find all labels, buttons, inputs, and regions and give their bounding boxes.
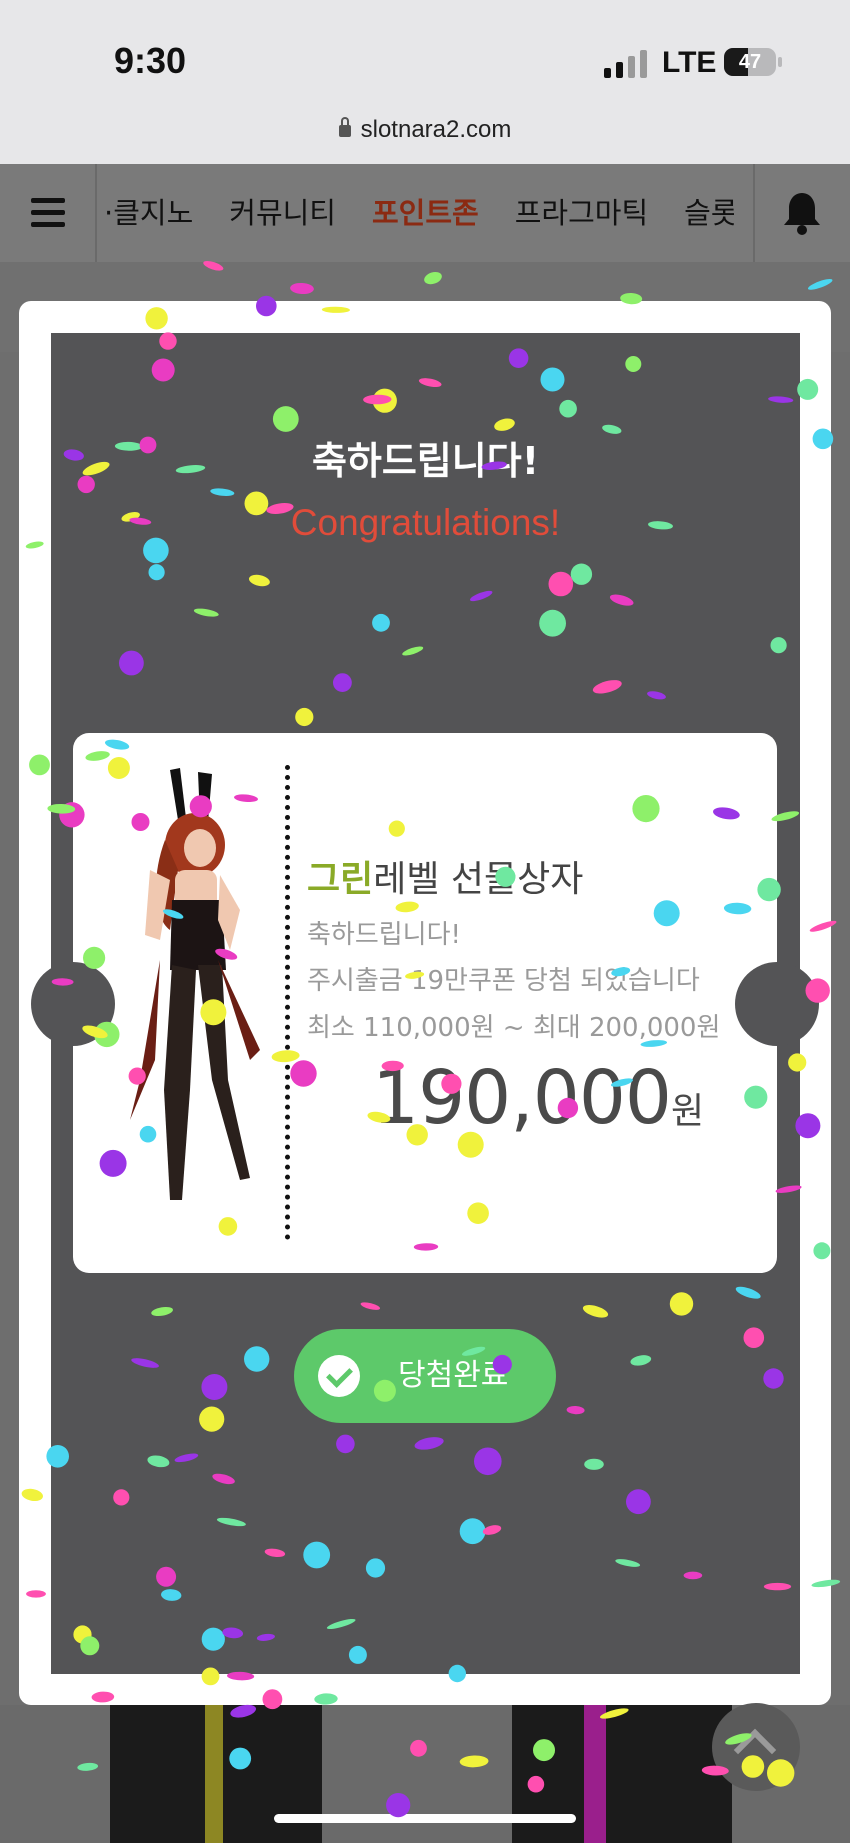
menu-icon [31, 198, 65, 203]
top-navbar: ·클지노 커뮤니티 포인트존 프라그마틱 슬롯 [0, 164, 850, 264]
amount-currency: 원 [671, 1091, 705, 1132]
character-image [130, 768, 260, 1200]
scroll-top-button[interactable] [712, 1703, 800, 1791]
signal-icon [604, 50, 647, 78]
status-bar: 9:30 LTE 47 slotnara2.com [0, 0, 850, 164]
nav-item[interactable]: 슬롯 [684, 164, 734, 262]
ticket-line-1: 축하드립니다! [307, 920, 461, 950]
ticket-notch-right [735, 962, 819, 1046]
menu-button[interactable] [0, 164, 97, 262]
amount-value: 190,000 [372, 1055, 672, 1141]
modal-subheading: Congratulations! [290, 502, 561, 543]
battery-tip [778, 57, 782, 67]
menu-icon [31, 222, 65, 227]
nav-item[interactable]: 커뮤니티 [229, 164, 336, 262]
nav-item[interactable]: 프라그마틱 [515, 164, 648, 262]
battery-level: 47 [738, 51, 762, 73]
ticket-title: 그린레벨 선물상자 [307, 850, 583, 902]
modal-heading: 축하드립니다! [311, 439, 540, 483]
home-indicator [274, 1814, 576, 1823]
lock-icon [338, 117, 351, 137]
ticket-line-3: 최소 110,000원 ~ 최대 200,000원 [307, 1013, 721, 1043]
check-icon [318, 1355, 360, 1397]
nav-item[interactable]: ·클지노 [104, 164, 193, 262]
url-text: slotnara2.com [360, 116, 512, 143]
claim-complete-button[interactable]: 당첨완료 [294, 1329, 556, 1423]
reward-amount: 190,000원 [372, 1055, 704, 1141]
title-highlight: 그린 [307, 859, 374, 900]
battery-icon: 47 [724, 48, 776, 76]
nav-item[interactable]: 포인트존 [372, 164, 479, 262]
title-rest: 레벨 선물상자 [373, 859, 584, 900]
clock: 9:30 [114, 40, 187, 81]
nav-items: ·클지노 커뮤니티 포인트존 프라그마틱 슬롯 [104, 164, 734, 262]
bell-icon [784, 193, 820, 235]
network-label: LTE [662, 46, 717, 79]
menu-icon [31, 210, 65, 215]
address-bar[interactable]: slotnara2.com [0, 116, 850, 144]
notification-button[interactable] [753, 164, 850, 262]
claim-complete-label: 당첨완료 [398, 1358, 509, 1393]
ticket-line-2: 주시출금 19만쿠폰 당첨 되었습니다 [307, 966, 700, 996]
